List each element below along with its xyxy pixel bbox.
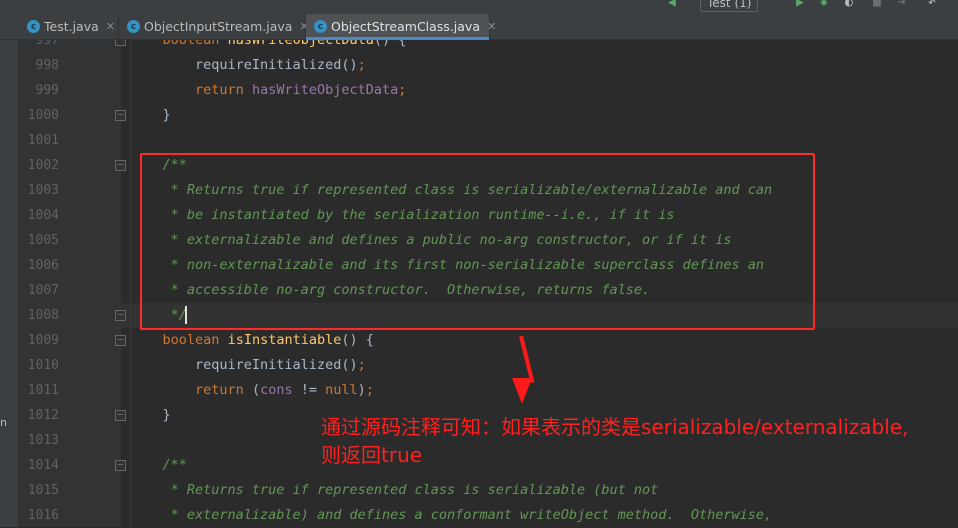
line-number: 1014 <box>27 458 59 473</box>
close-icon[interactable]: ✕ <box>487 20 496 33</box>
fold-marker-icon[interactable]: – <box>115 335 126 346</box>
fold-marker-icon[interactable]: – <box>115 460 126 471</box>
code-line[interactable]: return (cons != null); <box>130 378 374 403</box>
code-line[interactable]: * Returns true if represented class is s… <box>130 478 659 503</box>
fold-marker-icon[interactable]: – <box>115 160 126 171</box>
line-number: 998 <box>35 58 59 73</box>
run-configuration-select[interactable]: Test (1) <box>700 0 759 12</box>
tab-label: ObjectInputStream.java <box>144 19 293 34</box>
code-line[interactable]: boolean isInstantiable() { <box>130 328 374 353</box>
close-icon[interactable]: ✕ <box>106 20 115 33</box>
annotation-note: 通过源码注释可知：如果表示的类是serializable/externaliza… <box>321 413 951 469</box>
code-line[interactable]: } <box>130 403 171 428</box>
fold-marker-icon[interactable]: – <box>115 310 126 321</box>
java-class-icon: c <box>314 20 327 33</box>
line-number: 1015 <box>27 483 59 498</box>
line-number: 1004 <box>27 208 59 223</box>
line-number: 1002 <box>27 158 59 173</box>
stop-icon[interactable]: ■ <box>873 0 881 10</box>
code-line[interactable]: requireInitialized(); <box>130 353 366 378</box>
left-tool-strip: n <box>0 14 19 527</box>
line-number: 1008 <box>27 308 59 323</box>
back-arrow-icon[interactable]: ◀ <box>668 0 676 10</box>
tab-test-java[interactable]: c Test.java ✕ <box>19 14 119 39</box>
tool-window-label[interactable]: n <box>0 416 7 429</box>
ide-toolbar: ◀ Test (1) ▶ ✹ ◐ ■ ➜ ↶ <box>0 0 958 14</box>
line-number: 1009 <box>27 333 59 348</box>
line-number: 1016 <box>27 508 59 523</box>
line-number: 1007 <box>27 283 59 298</box>
java-class-icon: c <box>127 20 140 33</box>
tab-label: ObjectStreamClass.java <box>331 19 480 34</box>
undo-icon[interactable]: ↶ <box>928 0 936 10</box>
annotation-arrow-head <box>512 378 532 404</box>
tab-objectstreamclass-java[interactable]: c ObjectStreamClass.java ✕ <box>306 14 496 40</box>
annotation-note-line1: 通过源码注释可知：如果表示的类是serializable/externaliza… <box>321 415 909 439</box>
annotation-note-line2: 则返回true <box>321 443 423 467</box>
build-icon[interactable]: ➜ <box>898 0 906 10</box>
fold-marker-icon[interactable]: – <box>115 110 126 121</box>
line-number: 1011 <box>27 383 59 398</box>
code-line[interactable]: * externalizable) and defines a conforma… <box>130 503 772 528</box>
tab-objectinputstream-java[interactable]: c ObjectInputStream.java ✕ <box>119 14 309 39</box>
java-class-icon: c <box>27 20 40 33</box>
line-number: 999 <box>35 83 59 98</box>
debug-icon[interactable]: ✹ <box>820 0 828 10</box>
run-icon[interactable]: ▶ <box>796 0 804 10</box>
tab-label: Test.java <box>44 19 99 34</box>
line-number: 1010 <box>27 358 59 373</box>
coverage-icon[interactable]: ◐ <box>845 0 853 10</box>
line-number: 1005 <box>27 233 59 248</box>
code-line[interactable]: return hasWriteObjectData; <box>130 78 406 103</box>
annotation-arrow <box>519 335 535 384</box>
line-number: 1001 <box>27 133 59 148</box>
line-number: 1003 <box>27 183 59 198</box>
code-line[interactable]: /** <box>130 453 187 478</box>
line-number: 1013 <box>27 433 59 448</box>
code-line[interactable]: requireInitialized(); <box>130 53 366 78</box>
editor-tab-bar: c Test.java ✕ c ObjectInputStream.java ✕… <box>0 14 958 40</box>
line-number: 1012 <box>27 408 59 423</box>
line-number: 1000 <box>27 108 59 123</box>
line-number: 1006 <box>27 258 59 273</box>
code-line[interactable]: } <box>130 103 171 128</box>
fold-marker-icon[interactable]: – <box>115 410 126 421</box>
annotation-highlight-box <box>140 153 815 330</box>
